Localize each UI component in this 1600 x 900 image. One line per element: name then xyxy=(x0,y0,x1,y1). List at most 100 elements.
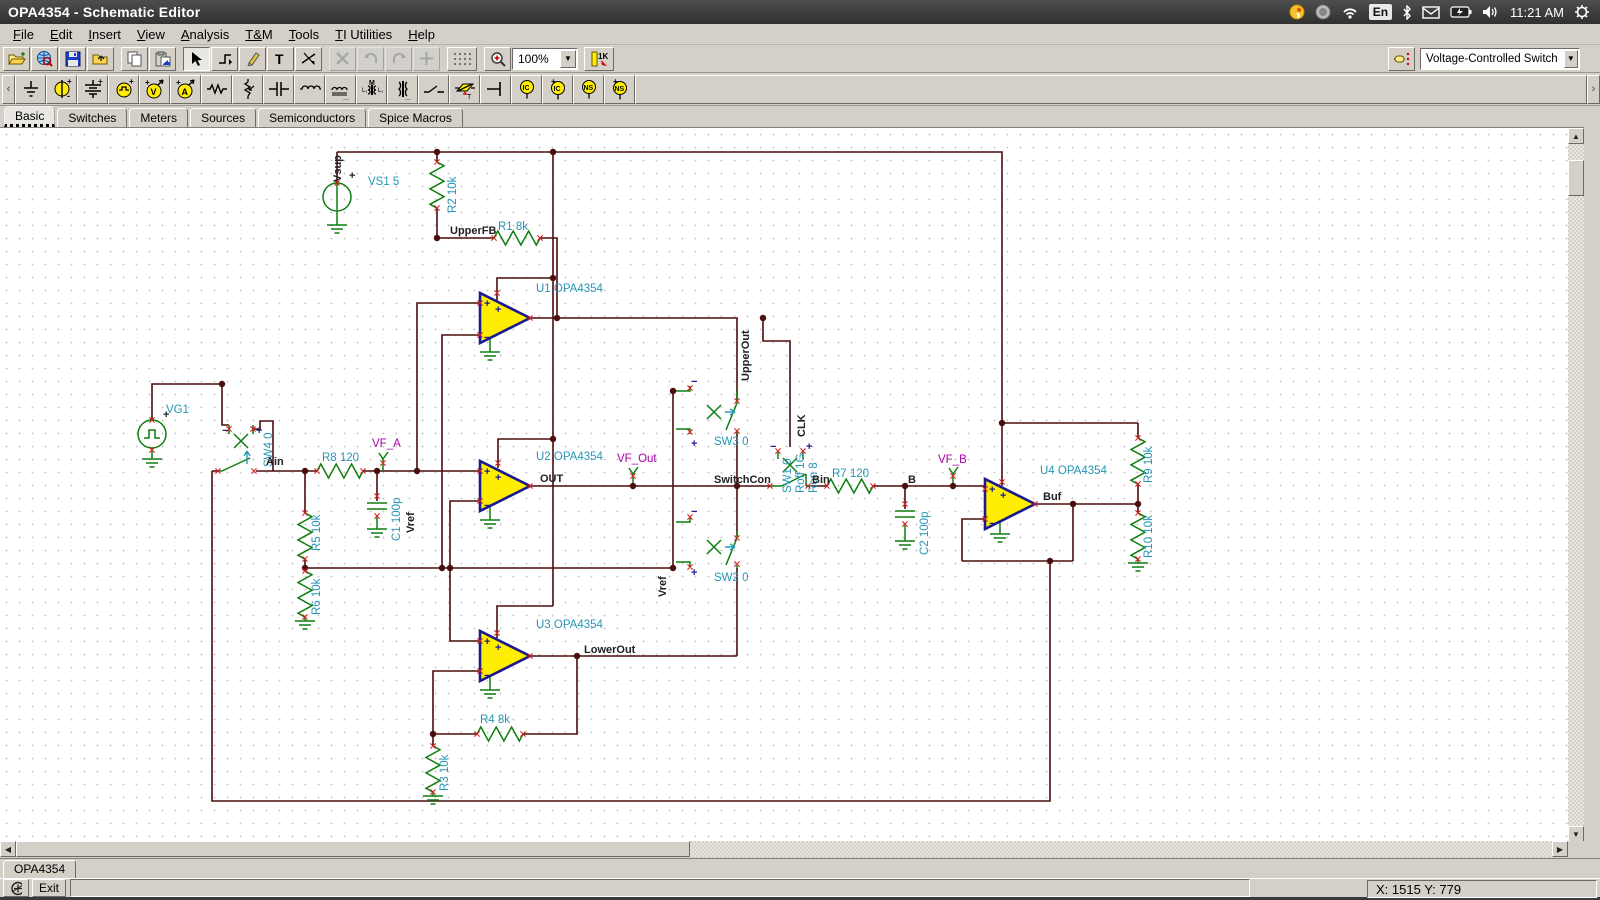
palette-ic-plus[interactable]: IC+ xyxy=(542,75,573,104)
resistor-r2[interactable] xyxy=(430,162,444,208)
vscroll-down-button[interactable]: ▼ xyxy=(1568,826,1584,842)
palette-ns-plus[interactable]: NS+ xyxy=(604,75,635,104)
label-r3[interactable]: R3 10k xyxy=(439,754,451,791)
grid-toggle-button[interactable] xyxy=(447,47,477,71)
menu-tm[interactable]: T&M xyxy=(238,25,279,44)
label-sw2[interactable]: SW2 0 xyxy=(714,572,749,584)
vscroll-up-button[interactable]: ▲ xyxy=(1568,128,1584,144)
probe-vf-a[interactable] xyxy=(379,452,388,471)
label-u3[interactable]: U3 OPA4354 xyxy=(536,619,604,631)
volume-knob-icon[interactable] xyxy=(1315,4,1331,20)
session-gear-icon[interactable] xyxy=(1574,4,1590,20)
redo-button[interactable] xyxy=(385,47,412,71)
schematic-canvas[interactable]: +++−++−++−++−+−+−+−+−+ VS1 5 R2 10k R1 8… xyxy=(0,127,1584,841)
palette-inductor-core[interactable]: ... xyxy=(325,75,356,104)
tab-meters[interactable]: Meters xyxy=(129,108,188,127)
vscroll-track[interactable] xyxy=(1568,144,1584,826)
menu-insert[interactable]: Insert xyxy=(81,25,128,44)
label-r4[interactable]: R4 8k xyxy=(480,714,510,726)
resistor-r5[interactable] xyxy=(298,513,312,559)
palette-scroll-left[interactable]: ‹ xyxy=(2,75,15,104)
bluetooth-icon[interactable] xyxy=(1402,5,1412,20)
label-vs1[interactable]: VS1 5 xyxy=(368,176,399,188)
battery-icon[interactable] xyxy=(1450,6,1472,18)
zoom-dropdown-arrow-icon[interactable]: ▼ xyxy=(560,50,576,68)
web-search-button[interactable] xyxy=(31,47,58,71)
menu-ti-utilities[interactable]: TI Utilities xyxy=(328,25,399,44)
tab-basic[interactable]: Basic xyxy=(4,106,55,127)
sheet-tab-opa4354[interactable]: OPA4354 xyxy=(3,860,76,878)
label-vg1[interactable]: VG1 xyxy=(166,404,189,416)
copy-button[interactable] xyxy=(121,47,148,71)
probe-tool-button[interactable] xyxy=(3,879,29,897)
label-roff[interactable]: Roff 1G xyxy=(795,454,807,493)
text-tool-button[interactable]: T xyxy=(267,47,294,71)
move-button[interactable] xyxy=(413,47,440,71)
palette-ic[interactable]: IC xyxy=(511,75,542,104)
menu-analysis[interactable]: Analysis xyxy=(174,25,236,44)
palette-voltage-generator[interactable]: + xyxy=(108,75,139,104)
clock[interactable]: 11:21 AM xyxy=(1510,5,1564,20)
label-sw3[interactable]: SW3 0 xyxy=(714,436,749,448)
label-r1[interactable]: R1 8k xyxy=(498,221,528,233)
tab-switches[interactable]: Switches xyxy=(57,108,127,127)
label-r8[interactable]: R8 120 xyxy=(322,452,359,464)
language-indicator[interactable]: En xyxy=(1369,4,1392,20)
label-c2[interactable]: C2 100p xyxy=(919,512,931,555)
palette-resistor[interactable] xyxy=(201,75,232,104)
label-sw1[interactable]: SW1 0 xyxy=(782,458,794,493)
switch-sw3[interactable] xyxy=(676,386,737,434)
vscroll-thumb[interactable] xyxy=(1568,160,1584,196)
label-u4[interactable]: U4 OPA4354 xyxy=(1040,465,1108,477)
schematic-drawing[interactable]: +++−++−++−++−+−+−+−+−+ VS1 5 R2 10k R1 8… xyxy=(0,128,1584,842)
resistor-r6[interactable] xyxy=(298,571,312,617)
hscroll-right-button[interactable]: ▶ xyxy=(1552,841,1568,857)
pencil-tool-button[interactable] xyxy=(239,47,266,71)
menu-help[interactable]: Help xyxy=(401,25,442,44)
hscroll-thumb[interactable] xyxy=(16,841,690,857)
delete-segment-button[interactable] xyxy=(295,47,322,71)
palette-ns[interactable]: NS xyxy=(573,75,604,104)
open-button[interactable] xyxy=(3,47,30,71)
menu-view[interactable]: View xyxy=(130,25,172,44)
palette-terminal[interactable] xyxy=(480,75,511,104)
import-button[interactable] xyxy=(87,47,114,71)
source-vg1[interactable] xyxy=(138,420,166,448)
tab-sources[interactable]: Sources xyxy=(190,108,256,127)
wire-tool-button[interactable] xyxy=(211,47,238,71)
menu-edit[interactable]: Edit xyxy=(43,25,79,44)
component-mode-select[interactable]: Voltage-Controlled Switch ▼ xyxy=(1420,48,1580,70)
menu-tools[interactable]: Tools xyxy=(282,25,326,44)
resistor-r3[interactable] xyxy=(426,746,440,792)
palette-capacitor[interactable] xyxy=(263,75,294,104)
palette-controlled-switch[interactable]: T xyxy=(449,75,480,104)
palette-transformer[interactable]: ML₁L₂ xyxy=(356,75,387,104)
label-r2[interactable]: R2 10k xyxy=(447,176,459,213)
label-c1[interactable]: C1 100p xyxy=(391,498,403,541)
label-r10[interactable]: R10 10k xyxy=(1143,515,1155,558)
label-r9[interactable]: R9 10k xyxy=(1143,446,1155,483)
palette-battery[interactable]: + xyxy=(77,75,108,104)
wifi-icon[interactable] xyxy=(1341,5,1359,19)
palette-scroll-right[interactable]: › xyxy=(1587,75,1600,104)
label-u2[interactable]: U2 OPA4354 xyxy=(536,451,604,463)
palette-ground[interactable] xyxy=(15,75,46,104)
palette-inductor[interactable] xyxy=(294,75,325,104)
palette-voltage-source[interactable]: +- xyxy=(46,75,77,104)
resistor-r1[interactable] xyxy=(494,231,540,245)
capacitor-c1[interactable] xyxy=(367,503,387,509)
volume-icon[interactable] xyxy=(1482,5,1500,19)
zoom-in-button[interactable] xyxy=(484,47,511,71)
switch-sw2[interactable] xyxy=(676,517,737,568)
palette-ammeter[interactable]: A+ xyxy=(170,75,201,104)
palette-voltmeter[interactable]: V+ xyxy=(139,75,170,104)
mode-dropdown-arrow-icon[interactable]: ▼ xyxy=(1564,50,1578,68)
last-component-button[interactable]: 1K xyxy=(584,47,614,71)
resistor-r7[interactable] xyxy=(827,479,873,493)
menu-file[interactable]: File xyxy=(6,25,41,44)
label-r7[interactable]: R7 120 xyxy=(832,468,869,480)
palette-coupled-inductors[interactable]: ... xyxy=(387,75,418,104)
label-r6[interactable]: R6 10k xyxy=(311,578,323,615)
label-u1[interactable]: U1 OPA4354 xyxy=(536,283,604,295)
zoom-select[interactable]: 100% ▼ xyxy=(512,48,578,70)
